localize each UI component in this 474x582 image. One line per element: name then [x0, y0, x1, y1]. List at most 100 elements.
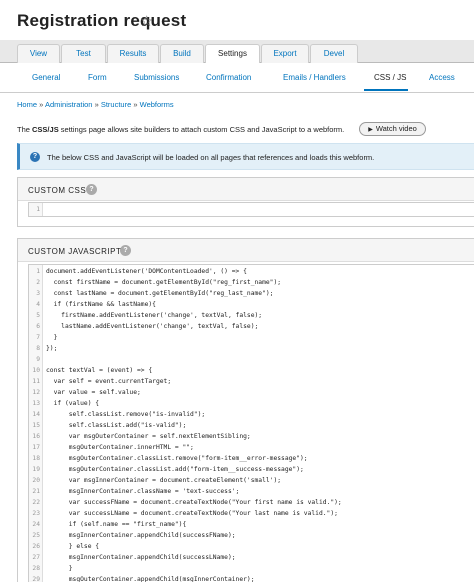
- code-line: 24 if (self.name == "first_name"){: [29, 520, 469, 530]
- line-number: 11: [32, 378, 40, 385]
- code-text: var successFName = document.createTextNo…: [46, 499, 342, 506]
- line-number: 23: [32, 510, 40, 517]
- custom-javascript-editor[interactable]: 1 document.addEventListener('DOMContentLo…: [28, 264, 474, 582]
- code-line: 10 const textVal = (event) => {: [29, 366, 469, 376]
- line-number: 2: [36, 279, 40, 286]
- line-number: 25: [32, 532, 40, 539]
- subtab-submissions[interactable]: Submissions: [134, 73, 179, 82]
- tab-devel[interactable]: Devel: [310, 44, 358, 63]
- tab-build[interactable]: Build: [160, 44, 204, 63]
- code-text: document.addEventListener('DOMContentLoa…: [46, 268, 247, 275]
- watch-video-label: Watch video: [375, 124, 417, 133]
- code-text: }: [46, 565, 73, 572]
- code-text: var self = event.currentTarget;: [46, 378, 172, 385]
- code-line: 3 const lastName = document.getElementBy…: [29, 289, 469, 299]
- line-number: 4: [36, 301, 40, 308]
- custom-css-editor[interactable]: 1: [28, 202, 474, 217]
- code-line: 2 const firstName = document.getElementB…: [29, 278, 469, 288]
- code-line: 7 }: [29, 333, 469, 343]
- code-line: 1: [29, 205, 469, 215]
- breadcrumb-administration[interactable]: Administration: [45, 100, 93, 109]
- code-line: 18 msgOuterContainer.classList.remove("f…: [29, 454, 469, 464]
- info-icon: ?: [30, 152, 40, 162]
- code-line: 25 msgInnerContainer.appendChild(success…: [29, 531, 469, 541]
- tab-export[interactable]: Export: [261, 44, 309, 63]
- subtab-form[interactable]: Form: [88, 73, 107, 82]
- line-number: 9: [36, 356, 40, 363]
- breadcrumb-separator: »: [133, 100, 138, 109]
- code-text: if (self.name == "first_name"){: [46, 521, 187, 528]
- help-icon[interactable]: ?: [86, 184, 97, 195]
- code-text: lastName.addEventListener('change', text…: [46, 323, 259, 330]
- code-line: 5 firstName.addEventListener('change', t…: [29, 311, 469, 321]
- code-text: msgInnerContainer.className = 'text-succ…: [46, 488, 240, 495]
- code-text: msgInnerContainer.appendChild(successLNa…: [46, 554, 236, 561]
- code-line: 27 msgInnerContainer.appendChild(success…: [29, 553, 469, 563]
- code-text: var msgOuterContainer = self.nextElement…: [46, 433, 251, 440]
- watch-video-button[interactable]: ▶ Watch video: [359, 122, 426, 136]
- custom-javascript-header: CUSTOM JAVASCRIPT ?: [18, 239, 474, 262]
- breadcrumb-webforms[interactable]: Webforms: [140, 100, 174, 109]
- line-number: 1: [36, 206, 40, 213]
- subtab-css-js[interactable]: CSS / JS: [374, 73, 406, 82]
- code-text: msgOuterContainer.appendChild(msgInnerCo…: [46, 576, 255, 582]
- line-number: 12: [32, 389, 40, 396]
- code-text: });: [46, 345, 58, 352]
- star-icon[interactable]: ☆: [140, 12, 153, 30]
- line-number: 29: [32, 576, 40, 582]
- intro-text: The CSS/JS settings page allows site bui…: [17, 125, 344, 134]
- subtab-general[interactable]: General: [32, 73, 60, 82]
- code-line: 1 document.addEventListener('DOMContentLo…: [29, 267, 469, 277]
- help-icon[interactable]: ?: [120, 245, 131, 256]
- code-line: 29 msgOuterContainer.appendChild(msgInne…: [29, 575, 469, 582]
- tab-view[interactable]: View: [17, 44, 60, 63]
- tab-results[interactable]: Results: [107, 44, 159, 63]
- line-number: 27: [32, 554, 40, 561]
- code-text: var successLName = document.createTextNo…: [46, 510, 338, 517]
- line-number: 6: [36, 323, 40, 330]
- code-text: const firstName = document.getElementByI…: [46, 279, 282, 286]
- line-number: 13: [32, 400, 40, 407]
- code-line: 23 var successLName = document.createTex…: [29, 509, 469, 519]
- custom-css-header: CUSTOM CSS ?: [18, 178, 474, 201]
- subtab-emails-handlers[interactable]: Emails / Handlers: [283, 73, 346, 82]
- tab-test[interactable]: Test: [61, 44, 106, 63]
- code-text: firstName.addEventListener('change', tex…: [46, 312, 263, 319]
- code-text: msgOuterContainer.classList.add("form-it…: [46, 466, 304, 473]
- code-text: msgOuterContainer.classList.remove("form…: [46, 455, 308, 462]
- code-line: 22 var successFName = document.createTex…: [29, 498, 469, 508]
- code-line: 12 var value = self.value;: [29, 388, 469, 398]
- code-line: 13 if (value) {: [29, 399, 469, 409]
- intro-prefix: The: [17, 125, 33, 134]
- code-line: 16 var msgOuterContainer = self.nextElem…: [29, 432, 469, 442]
- subtab-confirmation[interactable]: Confirmation: [206, 73, 251, 82]
- code-line: 6 lastName.addEventListener('change', te…: [29, 322, 469, 332]
- line-number: 1: [36, 268, 40, 275]
- code-line: 21 msgInnerContainer.className = 'text-s…: [29, 487, 469, 497]
- line-number: 14: [32, 411, 40, 418]
- secondary-tabs: General Form Submissions Confirmation Em…: [0, 63, 474, 93]
- breadcrumb-structure[interactable]: Structure: [101, 100, 131, 109]
- primary-tabs: View Test Results Build Settings Export …: [0, 40, 474, 64]
- breadcrumb-separator: »: [94, 100, 99, 109]
- page-header: Registration request ☆: [0, 0, 474, 40]
- line-number: 21: [32, 488, 40, 495]
- code-line: 8});: [29, 344, 469, 354]
- code-line: 17 msgOuterContainer.innerHTML = "";: [29, 443, 469, 453]
- subtab-access[interactable]: Access: [429, 73, 455, 82]
- custom-css-title: CUSTOM CSS: [28, 186, 87, 195]
- line-number: 19: [32, 466, 40, 473]
- play-icon: ▶: [368, 127, 373, 133]
- line-number: 7: [36, 334, 40, 341]
- custom-javascript-title: CUSTOM JAVASCRIPT: [28, 247, 122, 256]
- info-message-text: The below CSS and JavaScript will be loa…: [47, 153, 375, 162]
- intro-rest: settings page allows site builders to at…: [58, 125, 345, 134]
- line-number: 16: [32, 433, 40, 440]
- breadcrumb-home[interactable]: Home: [17, 100, 37, 109]
- line-number: 24: [32, 521, 40, 528]
- code-line: 9: [29, 355, 469, 365]
- code-line: 15 self.classList.add("is-valid");: [29, 421, 469, 431]
- tab-settings[interactable]: Settings: [205, 44, 260, 64]
- code-line: 4 if (firstName && lastName){: [29, 300, 469, 310]
- line-number: 26: [32, 543, 40, 550]
